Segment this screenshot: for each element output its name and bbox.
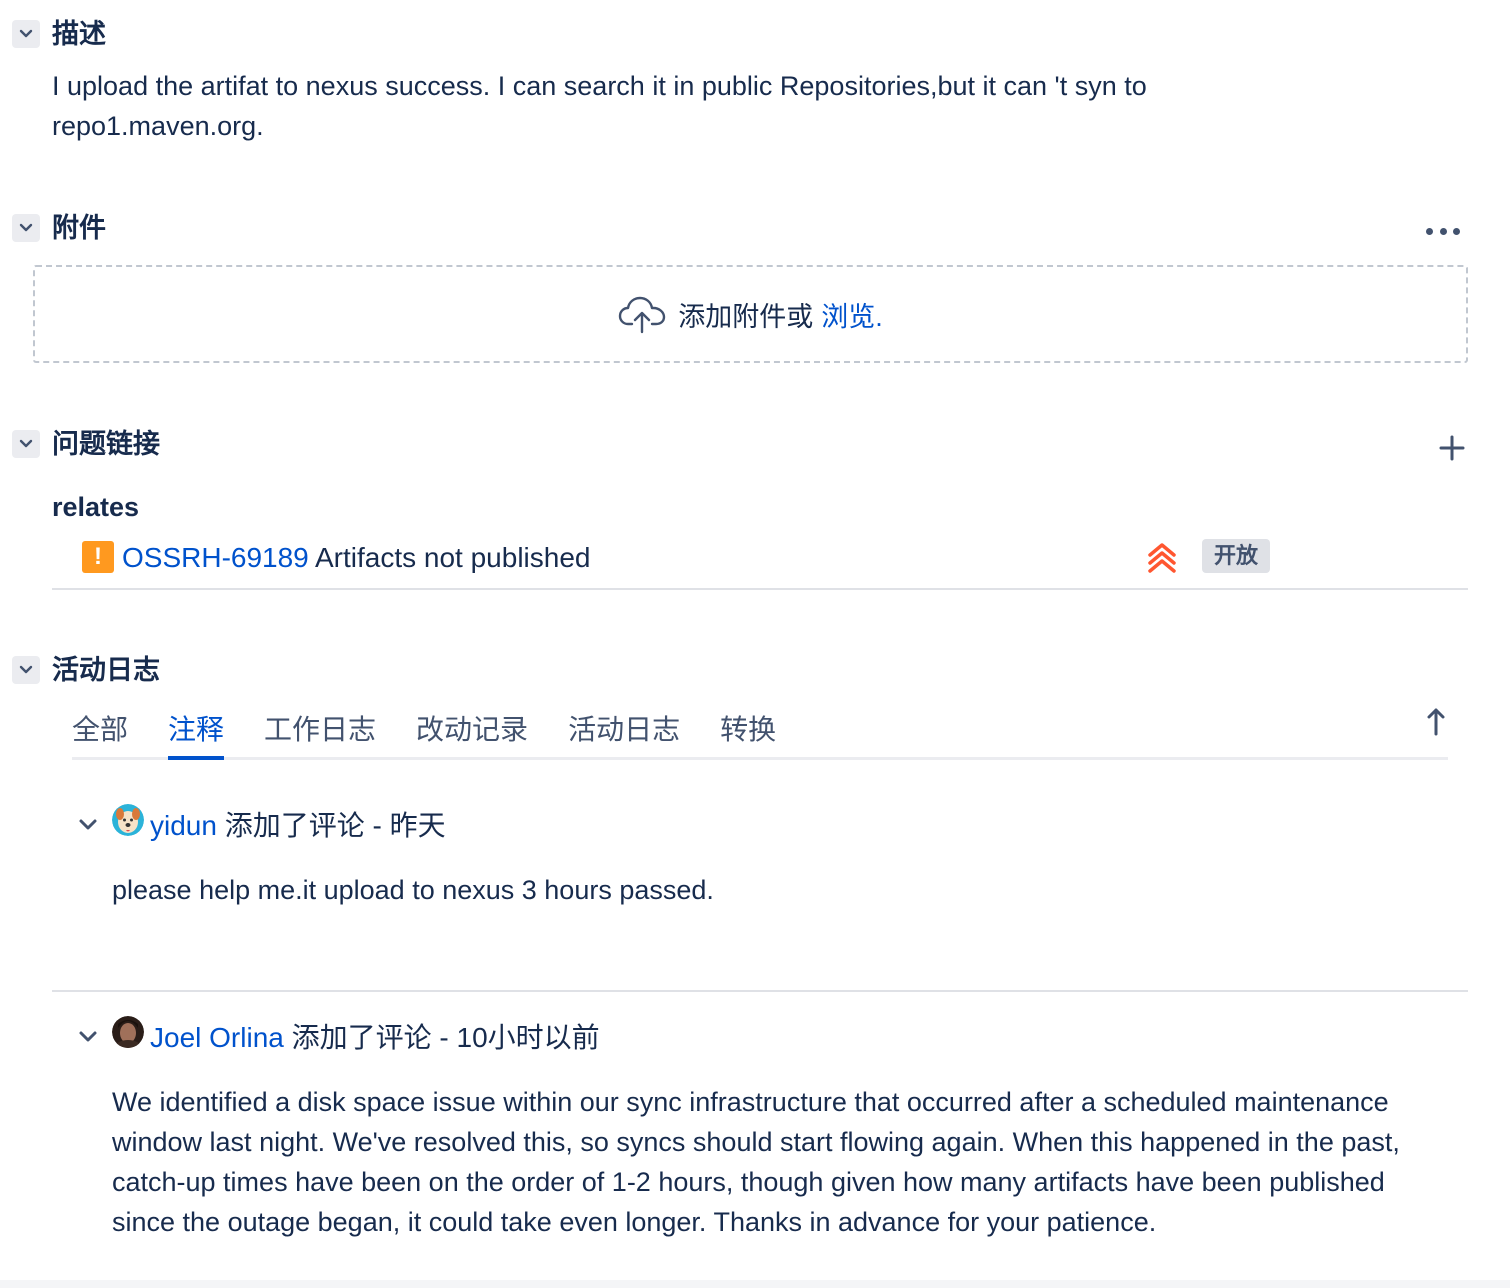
priority-highest-icon — [1148, 543, 1176, 573]
more-options-icon[interactable] — [1426, 224, 1460, 238]
dropzone-text: 添加附件或 — [678, 301, 814, 332]
status-badge: 开放 — [1202, 539, 1271, 573]
divider — [52, 588, 1468, 590]
divider — [52, 990, 1468, 992]
scroll-footer — [0, 1280, 1510, 1288]
comment-author[interactable]: Joel Orlina — [150, 1022, 284, 1053]
cloud-upload-icon — [619, 296, 666, 334]
tab-all[interactable]: 全部 — [72, 708, 128, 760]
activity-title: 活动日志 — [52, 655, 160, 685]
comment-author[interactable]: yidun — [150, 810, 217, 841]
comment-meta: 添加了评论 - 昨天 — [224, 810, 446, 841]
chevron-down-icon[interactable] — [78, 818, 98, 832]
chevron-down-icon — [19, 665, 33, 674]
attachment-dropzone[interactable]: 添加附件或 浏览. — [33, 265, 1468, 363]
description-title: 描述 — [52, 19, 106, 49]
issue-type-warning-icon: ! — [82, 541, 114, 573]
add-link-icon[interactable] — [1438, 434, 1466, 462]
attachments-toggle[interactable] — [12, 214, 40, 242]
sort-order-icon[interactable] — [1424, 706, 1448, 736]
comment-body: We identified a disk space issue within … — [112, 1087, 1400, 1237]
chevron-down-icon[interactable] — [78, 1030, 98, 1044]
link-relation-label: relates — [52, 492, 140, 522]
description-toggle[interactable] — [12, 20, 40, 48]
chevron-down-icon — [19, 223, 33, 232]
tab-comments[interactable]: 注释 — [168, 708, 225, 760]
description-text: I upload the artifat to nexus success. I… — [52, 71, 1147, 141]
chevron-down-icon — [19, 439, 33, 448]
linked-issue-summary[interactable]: Artifacts not published — [315, 542, 591, 573]
issue-links-title: 问题链接 — [52, 429, 160, 459]
linked-issue-row: OSSRH-69189 Artifacts not published — [122, 540, 591, 576]
activity-tabs: 全部 注释 工作日志 改动记录 活动日志 转换 — [72, 708, 776, 760]
attachments-title: 附件 — [52, 213, 106, 243]
chevron-down-icon — [19, 29, 33, 38]
issue-links-toggle[interactable] — [12, 430, 40, 458]
avatar — [112, 1016, 144, 1048]
tab-history[interactable]: 改动记录 — [416, 708, 528, 760]
comment-header: yidun 添加了评论 - 昨天 — [150, 808, 446, 844]
tab-worklog[interactable]: 工作日志 — [264, 708, 376, 760]
linked-issue-key[interactable]: OSSRH-69189 — [122, 542, 309, 573]
tab-activity[interactable]: 活动日志 — [568, 708, 680, 760]
avatar — [112, 804, 144, 836]
tab-transitions[interactable]: 转换 — [720, 708, 776, 760]
comment-header: Joel Orlina 添加了评论 - 10小时以前 — [150, 1020, 600, 1056]
activity-toggle[interactable] — [12, 656, 40, 684]
browse-link[interactable]: 浏览. — [821, 295, 883, 334]
comment-meta: 添加了评论 - 10小时以前 — [291, 1022, 600, 1053]
comment-body: please help me.it upload to nexus 3 hour… — [112, 875, 714, 905]
